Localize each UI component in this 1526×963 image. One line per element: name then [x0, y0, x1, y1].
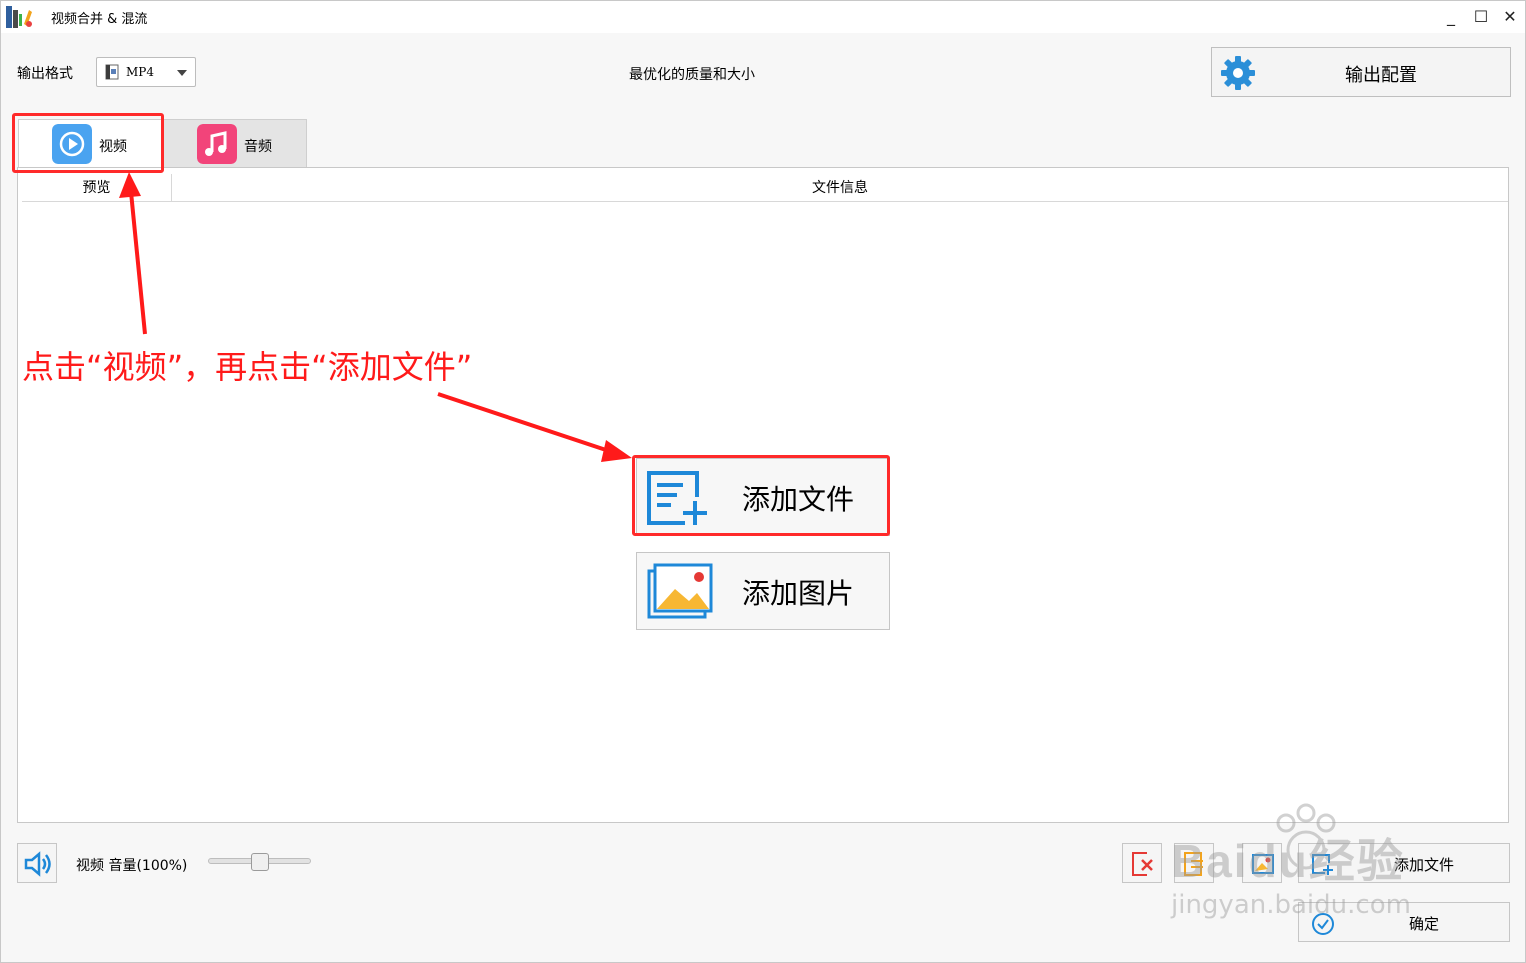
arrow-to-video-tab	[129, 191, 147, 335]
arrowhead-up	[119, 172, 141, 198]
arrowhead-right	[601, 440, 632, 462]
arrow-to-add-file	[437, 392, 613, 454]
annotation-arrows	[119, 172, 632, 462]
